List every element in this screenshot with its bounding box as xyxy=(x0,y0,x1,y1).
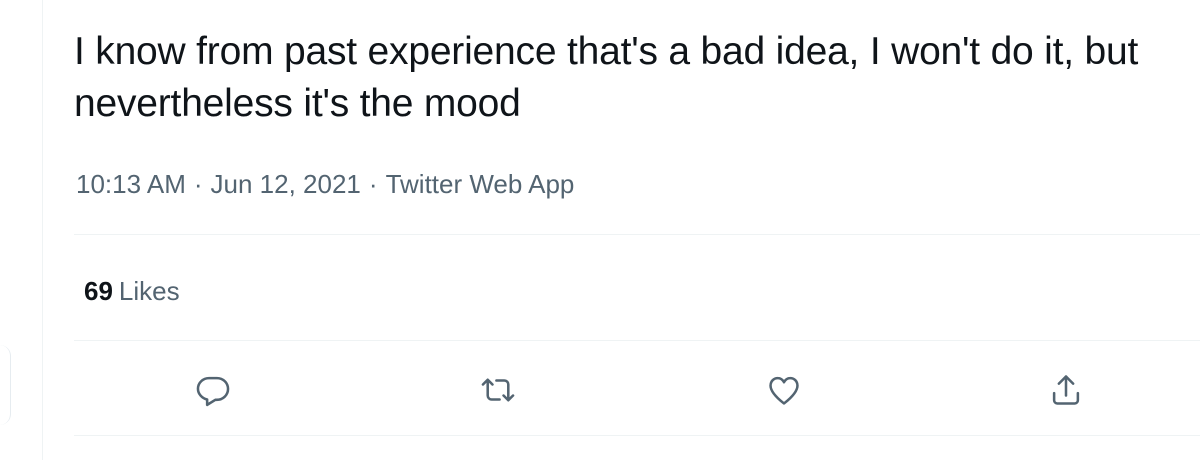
likes-count: 69 xyxy=(84,276,113,306)
timeline-border xyxy=(42,0,43,460)
tweet-date[interactable]: Jun 12, 2021 xyxy=(211,169,361,199)
retweet-button[interactable] xyxy=(474,366,522,414)
reply-button[interactable] xyxy=(189,366,237,414)
divider xyxy=(74,435,1200,436)
divider xyxy=(74,234,1200,235)
tweet-text: I know from past experience that's a bad… xyxy=(74,30,1139,125)
likes-stat[interactable]: 69 Likes xyxy=(84,275,180,307)
divider xyxy=(74,340,1200,341)
retweet-icon xyxy=(481,378,515,402)
reply-icon xyxy=(196,376,230,407)
tweet-source-link[interactable]: Twitter Web App xyxy=(386,169,575,199)
meta-separator: · xyxy=(368,169,378,199)
side-panel-edge xyxy=(0,345,11,425)
tweet-meta: 10:13 AM · Jun 12, 2021 · Twitter Web App xyxy=(76,168,574,200)
tweet-time[interactable]: 10:13 AM xyxy=(76,169,186,199)
likes-label: Likes xyxy=(118,276,180,306)
like-button[interactable] xyxy=(760,366,808,414)
heart-icon xyxy=(769,376,799,405)
meta-separator: · xyxy=(193,169,203,199)
share-icon xyxy=(1052,375,1080,405)
share-button[interactable] xyxy=(1042,366,1090,414)
tweet-detail: I know from past experience that's a bad… xyxy=(0,0,1200,460)
